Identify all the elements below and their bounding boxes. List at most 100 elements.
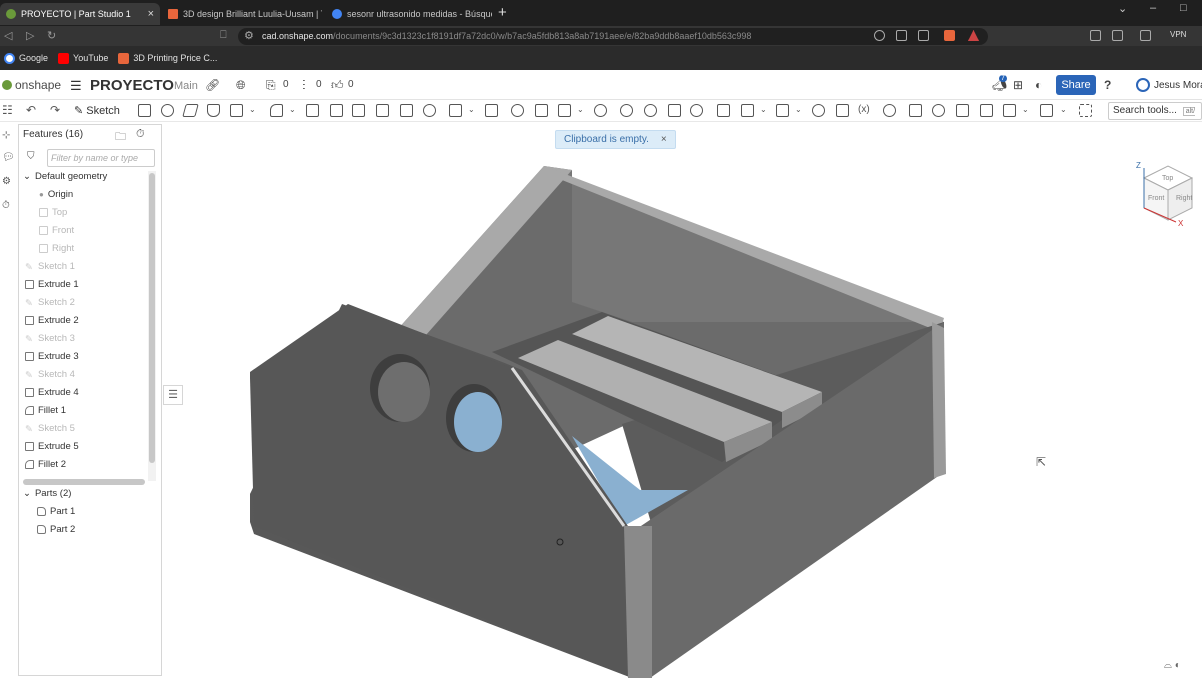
dropdown-chevron-icon[interactable]: ⌄ — [760, 105, 767, 114]
view-options-icon[interactable]: ⌓ ◐ — [1164, 660, 1181, 671]
boolean-icon[interactable] — [449, 104, 462, 117]
sheet-metal-icon[interactable] — [717, 104, 730, 117]
bookmark-icon[interactable]: ⎕ — [220, 29, 227, 42]
section-icon[interactable] — [836, 104, 849, 117]
parts-group[interactable]: ⌄ Parts (2) — [23, 488, 71, 499]
extensions-icon[interactable] — [1090, 30, 1101, 41]
wallet-icon[interactable] — [1140, 30, 1151, 41]
browser-tab-tinkercad[interactable]: 3D design Brilliant Luulia-Uusam | Tin × — [162, 3, 322, 25]
feature-item-sketch[interactable]: ✎ Sketch 2 — [25, 297, 75, 309]
site-info-icon[interactable]: ⚙ — [244, 29, 254, 42]
variable-icon[interactable]: (x) — [858, 104, 870, 115]
tab-search-icon[interactable]: ⌄ — [1118, 2, 1127, 15]
vpn-button[interactable]: VPN — [1170, 30, 1186, 39]
onshape-logo[interactable]: onshape — [2, 78, 61, 92]
measure-icon[interactable] — [812, 104, 825, 117]
like-icon[interactable]: 👍︎ — [331, 78, 344, 93]
surface-icon[interactable] — [776, 104, 789, 117]
rib-icon[interactable] — [352, 104, 365, 117]
move-face-icon[interactable] — [956, 104, 969, 117]
part-item[interactable]: Part 2 — [37, 524, 75, 535]
menu-icon[interactable]: ☰ — [70, 78, 82, 94]
bookmark-google[interactable]: Google — [4, 52, 48, 64]
feature-item-extrude[interactable]: Extrude 4 — [25, 387, 79, 398]
feature-item-extrude[interactable]: Extrude 5 — [25, 441, 79, 452]
filter-icon[interactable]: ⛉ — [27, 151, 35, 162]
back-icon[interactable]: ◁ — [4, 29, 12, 42]
feature-item-sketch[interactable]: ✎ Sketch 5 — [25, 423, 75, 435]
link-icon[interactable]: 🔗︎ — [205, 78, 220, 92]
cylinder-icon[interactable] — [423, 104, 436, 117]
add-custom-icon[interactable] — [1079, 104, 1092, 117]
help-icon[interactable]: ? — [1104, 78, 1111, 92]
feature-item-origin[interactable]: ● Origin — [39, 189, 73, 200]
bookmark-youtube[interactable]: YouTube — [58, 52, 108, 64]
feature-item-top-plane[interactable]: Top — [39, 207, 67, 218]
graphics-viewport[interactable] — [162, 122, 1202, 679]
replicate-icon[interactable] — [883, 104, 896, 117]
shell-icon[interactable] — [376, 104, 389, 117]
feature-list-hscrollbar[interactable] — [23, 479, 145, 485]
brave-shield-icon[interactable] — [944, 30, 955, 41]
globe-icon[interactable]: 🌐︎ — [236, 78, 246, 93]
add-folder-icon[interactable]: 🗀︎ — [115, 128, 126, 147]
sweep-icon[interactable] — [182, 104, 199, 117]
feature-tree-icon[interactable]: ⊹ — [2, 130, 13, 141]
loft-icon[interactable] — [207, 104, 220, 117]
share-page-icon[interactable] — [918, 30, 929, 41]
feature-item-extrude[interactable]: Extrude 3 — [25, 351, 79, 362]
feature-item-sketch[interactable]: ✎ Sketch 4 — [25, 369, 75, 381]
composite-icon[interactable] — [1003, 104, 1016, 117]
new-tab-button[interactable]: + — [498, 4, 507, 21]
plane-icon[interactable] — [620, 104, 633, 117]
flange-icon[interactable] — [741, 104, 754, 117]
minimize-icon[interactable]: – — [1150, 2, 1156, 14]
sketch-button[interactable]: ✎ Sketch — [74, 104, 120, 117]
versions-icon[interactable]: ⎘ — [266, 78, 276, 93]
dropdown-chevron-icon[interactable]: ⌄ — [289, 105, 296, 114]
revolve-icon[interactable] — [161, 104, 174, 117]
transform-icon[interactable] — [511, 104, 524, 117]
search-tools-input[interactable]: Search tools... alt/⌥ c — [1108, 102, 1202, 133]
wrap-icon[interactable] — [932, 104, 945, 117]
modify-fillet-icon[interactable] — [980, 104, 993, 117]
bookmark-3d-printing[interactable]: 3D Printing Price C... — [118, 52, 217, 64]
delete-part-icon[interactable] — [594, 104, 607, 117]
draft-icon[interactable] — [330, 104, 343, 117]
history-icon[interactable]: ⏱︎ — [2, 200, 13, 211]
dropdown-chevron-icon[interactable]: ⌄ — [1060, 105, 1067, 114]
feature-list-collapse-icon[interactable]: ☰ — [163, 385, 183, 405]
learning-center-icon[interactable]: ◐ — [1035, 78, 1042, 92]
redo-icon[interactable]: ↷ — [50, 103, 60, 117]
dropdown-chevron-icon[interactable]: ⌄ — [1022, 105, 1029, 114]
view-cube[interactable]: Top Front Right Z X — [1122, 134, 1202, 234]
helix-icon[interactable] — [668, 104, 681, 117]
feature-item-sketch[interactable]: ✎ Sketch 3 — [25, 333, 75, 345]
forward-icon[interactable]: ▷ — [26, 29, 34, 42]
fillet-icon[interactable] — [270, 104, 283, 117]
share-button[interactable]: Share — [1056, 75, 1096, 95]
user-menu[interactable]: Jesus Mora — [1136, 78, 1202, 92]
split-icon[interactable] — [485, 104, 498, 117]
sidebar-icon[interactable] — [1112, 30, 1123, 41]
dropdown-chevron-icon[interactable]: ⌄ — [577, 105, 584, 114]
browser-tab-search[interactable]: sesonr ultrasonido medidas - Búsque × — [326, 3, 492, 25]
chamfer-icon[interactable] — [306, 104, 319, 117]
feature-item-extrude[interactable]: Extrude 1 — [25, 279, 79, 290]
branch-name[interactable]: Main — [174, 80, 198, 92]
model-render[interactable] — [162, 122, 1202, 679]
feature-item-fillet[interactable]: Fillet 1 — [25, 405, 66, 416]
maximize-icon[interactable]: □ — [1180, 2, 1187, 14]
pattern-icon[interactable] — [535, 104, 548, 117]
document-name[interactable]: PROYECTO — [90, 77, 174, 94]
key-icon[interactable] — [874, 30, 885, 41]
feature-list-toggle-icon[interactable]: ☷ — [2, 103, 13, 117]
frame-icon[interactable] — [909, 104, 922, 117]
feature-filter-input[interactable]: Filter by name or type — [47, 149, 155, 167]
feature-item-fillet[interactable]: Fillet 2 — [25, 459, 66, 470]
feature-item-right-plane[interactable]: Right — [39, 243, 74, 254]
curve-icon[interactable] — [690, 104, 703, 117]
feature-item-front-plane[interactable]: Front — [39, 225, 74, 236]
feature-item-extrude[interactable]: Extrude 2 — [25, 315, 79, 326]
close-tab-icon[interactable]: × — [148, 8, 154, 20]
